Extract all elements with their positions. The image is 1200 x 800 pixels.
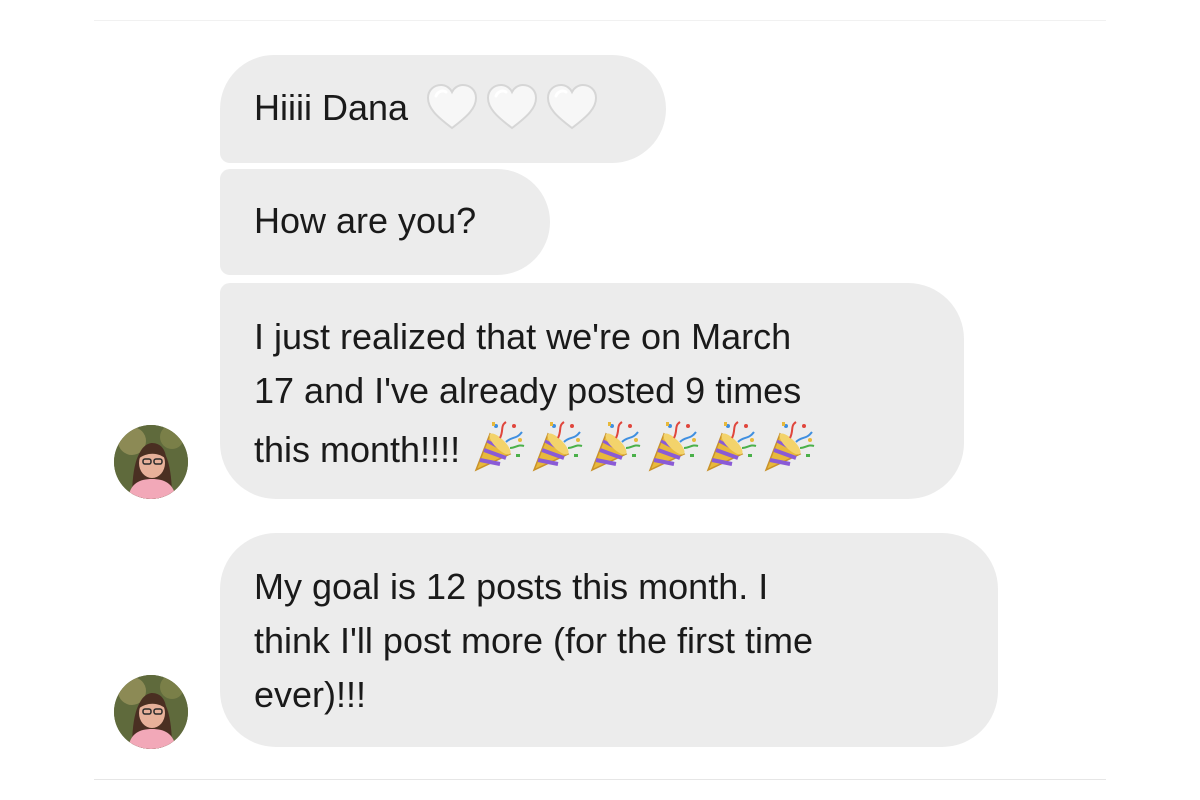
party-popper-icon [702,418,758,474]
message-text-line-with-emoji: this month!!!! [254,418,964,472]
party-popper-icon [586,418,642,474]
party-popper-icon [528,418,584,474]
message-text-line: think I'll post more (for the first time [254,620,814,661]
message-bubble[interactable]: Hiiii Dana [220,55,666,163]
message-text: How are you? [254,200,477,241]
message-bubble[interactable]: I just realized that we're on March 17 a… [220,283,964,499]
message-text-line: I just realized that we're on March [254,316,792,357]
message-text-line: this month!!!! [254,429,461,470]
contact-avatar[interactable] [114,675,188,749]
message-bubble[interactable]: My goal is 12 posts this month. I think … [220,533,998,747]
party-popper-icon [760,418,816,474]
message-text-line: 17 and I've already posted 9 times [254,370,802,411]
message-text-line: My goal is 12 posts this month. I [254,566,769,607]
avatar-photo-icon [114,675,188,749]
party-popper-emoji-group [470,418,818,489]
party-popper-icon [644,418,700,474]
white-heart-icon [546,84,598,130]
white-heart-icon [486,84,538,130]
message-text-line: ever)!!! [254,674,367,715]
contact-avatar[interactable] [114,425,188,499]
heart-emoji-group [426,84,606,145]
avatar-photo-icon [114,425,188,499]
message-text: Hiiii Dana [254,87,409,128]
white-heart-icon [426,84,478,130]
chat-panel: Hiiii Dana How are you? I just realized … [94,20,1106,780]
party-popper-icon [470,418,526,474]
message-bubble[interactable]: How are you? [220,169,550,275]
